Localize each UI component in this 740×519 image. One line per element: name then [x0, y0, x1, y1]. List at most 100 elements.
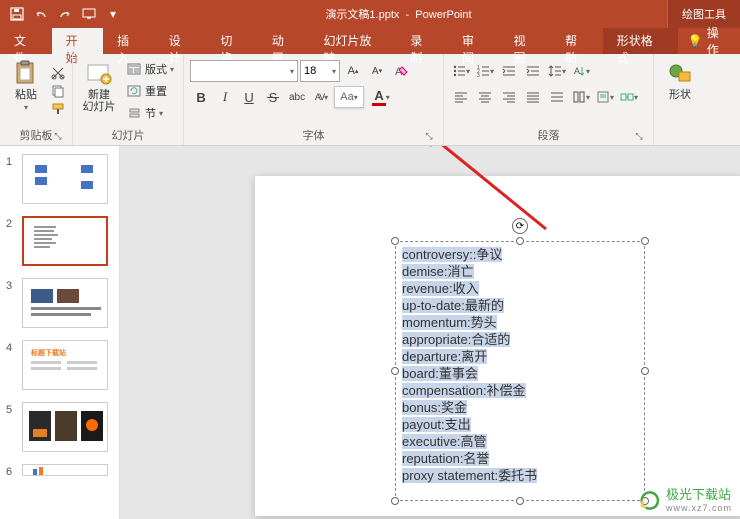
selected-text[interactable]: controversy::争议demise:消亡revenue:收入up-to-… — [396, 242, 644, 488]
justify-icon[interactable] — [522, 86, 544, 108]
title-bar: ▾ 演示文稿1.pptx - PowerPoint 绘图工具 — [0, 0, 740, 28]
group-label-paragraph: 段落⤡ — [450, 125, 647, 145]
bold-button[interactable]: B — [190, 86, 212, 108]
svg-text:3: 3 — [477, 73, 480, 78]
increase-indent-icon[interactable] — [522, 60, 544, 82]
change-case-button[interactable]: Aa ▾ — [334, 86, 364, 108]
tab-design[interactable]: 设计 — [155, 28, 207, 54]
clear-formatting-icon[interactable]: A — [390, 60, 412, 82]
thumb-1[interactable]: 1★ — [0, 152, 119, 214]
underline-button[interactable]: U — [238, 86, 260, 108]
paste-icon — [12, 59, 40, 87]
italic-button[interactable]: I — [214, 86, 236, 108]
bullets-button[interactable]: ▾ — [450, 60, 472, 82]
thumb-6[interactable]: 6 — [0, 462, 119, 488]
slide-canvas[interactable]: ⟳ controversy::争议demise:消亡revenue:收入up-t… — [120, 146, 740, 519]
tab-file[interactable]: 文件 — [0, 28, 52, 54]
tab-home[interactable]: 开始 — [52, 28, 104, 54]
tab-record[interactable]: 录制 — [396, 28, 448, 54]
tab-transitions[interactable]: 切换 — [206, 28, 258, 54]
save-icon[interactable] — [6, 3, 28, 25]
quick-access-toolbar: ▾ — [0, 3, 130, 25]
workspace: 1★ 2 3★ 4标题下载站★ 5★ 6 ⟳ controversy::争议de… — [0, 146, 740, 519]
line-spacing-icon[interactable]: ▾ — [546, 60, 568, 82]
decrease-indent-icon[interactable] — [498, 60, 520, 82]
ribbon-tabs: 文件 开始 插入 设计 切换 动画 幻灯片放映 录制 审阅 视图 帮助 形状格式… — [0, 28, 740, 54]
rotate-handle-icon[interactable]: ⟳ — [512, 218, 528, 234]
group-slides: 新建 幻灯片 版式 ▾ 重置 节 ▾ 幻灯片 — [73, 54, 184, 145]
new-slide-button[interactable]: 新建 幻灯片 — [79, 57, 119, 125]
tab-review[interactable]: 审阅 — [448, 28, 500, 54]
font-family-combo[interactable]: ▾ — [190, 60, 298, 82]
resize-handle[interactable] — [516, 237, 524, 245]
resize-handle[interactable] — [516, 497, 524, 505]
increase-font-icon[interactable]: A▴ — [342, 60, 364, 82]
distributed-icon[interactable] — [546, 86, 568, 108]
tab-insert[interactable]: 插入 — [103, 28, 155, 54]
resize-handle[interactable] — [391, 497, 399, 505]
section-button[interactable]: 节 ▾ — [123, 103, 177, 123]
copy-icon[interactable] — [50, 83, 66, 99]
numbering-button[interactable]: 123▾ — [474, 60, 496, 82]
dialog-launcher-icon[interactable]: ⤡ — [52, 131, 64, 143]
resize-handle[interactable] — [641, 237, 649, 245]
smartart-convert-icon[interactable]: ▾ — [618, 86, 640, 108]
tab-view[interactable]: 视图 — [500, 28, 552, 54]
shapes-button[interactable]: 形状 — [660, 57, 700, 141]
layout-button[interactable]: 版式 ▾ — [123, 59, 177, 79]
align-left-icon[interactable] — [450, 86, 472, 108]
tell-me[interactable]: 💡操作 — [678, 28, 740, 54]
chevron-down-icon: ▾ — [24, 103, 28, 112]
watermark: 极光下载站www.xz7.com — [637, 484, 732, 513]
group-font: ▾ 18▾ A▴ A▾ A B I U S abc AV▾ Aa ▾ A ▾ 字… — [184, 54, 444, 145]
slide-thumbnail-panel: 1★ 2 3★ 4标题下载站★ 5★ 6 — [0, 146, 120, 519]
cut-icon[interactable] — [50, 65, 66, 81]
text-box[interactable]: ⟳ controversy::争议demise:消亡revenue:收入up-t… — [395, 241, 645, 501]
paste-button[interactable]: 粘贴 ▾ — [6, 57, 46, 125]
window-title: 演示文稿1.pptx - PowerPoint — [130, 6, 667, 22]
dialog-launcher-icon[interactable]: ⤡ — [633, 131, 645, 143]
thumb-3[interactable]: 3★ — [0, 276, 119, 338]
font-color-button[interactable]: A ▾ — [366, 86, 396, 108]
font-size-combo[interactable]: 18▾ — [300, 60, 340, 82]
start-from-beginning-icon[interactable] — [78, 3, 100, 25]
char-spacing-button[interactable]: AV▾ — [310, 86, 332, 108]
redo-icon[interactable] — [54, 3, 76, 25]
layout-icon — [126, 61, 142, 77]
tab-slideshow[interactable]: 幻灯片放映 — [309, 28, 396, 54]
decrease-font-icon[interactable]: A▾ — [366, 60, 388, 82]
resize-handle[interactable] — [641, 367, 649, 375]
group-label-clipboard: 剪贴板⤡ — [6, 125, 66, 145]
strikethrough-button[interactable]: S — [262, 86, 284, 108]
group-drawing: 形状 — [654, 54, 706, 145]
shapes-icon — [666, 59, 694, 87]
lightbulb-icon: 💡 — [688, 34, 703, 48]
svg-text:标题下载站: 标题下载站 — [30, 348, 66, 357]
text-shadow-button[interactable]: abc — [286, 86, 308, 108]
tab-help[interactable]: 帮助 — [551, 28, 603, 54]
format-painter-icon[interactable] — [50, 101, 66, 117]
svg-text:A: A — [574, 66, 580, 76]
resize-handle[interactable] — [391, 237, 399, 245]
columns-icon[interactable]: ▾ — [570, 86, 592, 108]
group-paragraph: ▾ 123▾ ▾ A▾ ▾ ▾ ▾ 段落⤡ — [444, 54, 654, 145]
resize-handle[interactable] — [391, 367, 399, 375]
text-direction-icon[interactable]: A▾ — [570, 60, 592, 82]
new-slide-icon — [85, 59, 113, 87]
dialog-launcher-icon[interactable]: ⤡ — [423, 131, 435, 143]
undo-icon[interactable] — [30, 3, 52, 25]
reset-icon — [126, 83, 142, 99]
align-text-vertical-icon[interactable]: ▾ — [594, 86, 616, 108]
slide: ⟳ controversy::争议demise:消亡revenue:收入up-t… — [255, 176, 740, 516]
tab-animations[interactable]: 动画 — [258, 28, 310, 54]
align-right-icon[interactable] — [498, 86, 520, 108]
thumb-5[interactable]: 5★ — [0, 400, 119, 462]
section-icon — [126, 105, 142, 121]
thumb-4[interactable]: 4标题下载站★ — [0, 338, 119, 400]
tab-shape-format[interactable]: 形状格式 — [603, 28, 678, 54]
qat-customize-icon[interactable]: ▾ — [102, 3, 124, 25]
thumb-2[interactable]: 2 — [0, 214, 119, 276]
group-clipboard: 粘贴 ▾ 剪贴板⤡ — [0, 54, 73, 145]
align-center-icon[interactable] — [474, 86, 496, 108]
reset-button[interactable]: 重置 — [123, 81, 177, 101]
